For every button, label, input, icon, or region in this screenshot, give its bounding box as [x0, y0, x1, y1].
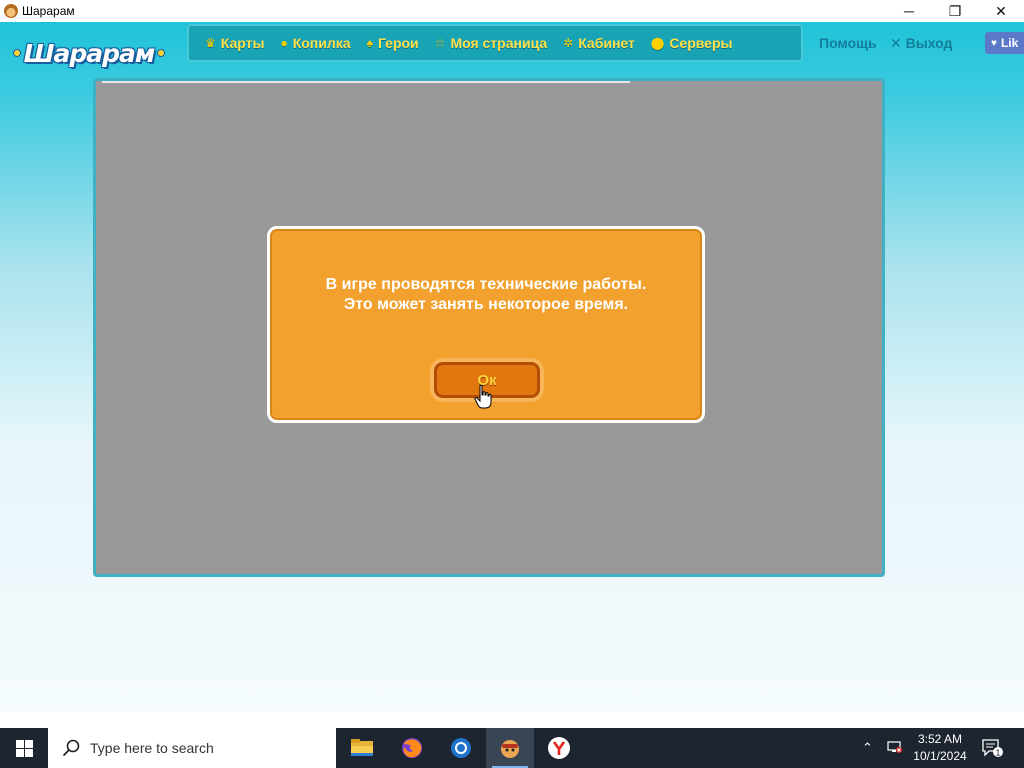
folder-icon — [351, 739, 373, 756]
system-clock[interactable]: 3:52 AM 10/1/2024 — [908, 731, 972, 765]
yandex-taskbar-button[interactable] — [535, 728, 583, 768]
nav-item-my-page[interactable]: ☆ Моя страница — [435, 35, 547, 51]
clock-date: 10/1/2024 — [913, 749, 967, 763]
window-title: Шарарам — [22, 4, 75, 18]
file-explorer-taskbar-button[interactable] — [338, 728, 386, 768]
close-button[interactable]: ✕ — [978, 0, 1024, 22]
loading-line — [102, 81, 630, 83]
dialog-message-line-2: Это может занять некоторое время. — [343, 296, 629, 313]
search-placeholder: Type here to search — [90, 740, 214, 756]
logo-dot-left — [12, 49, 21, 57]
nav-item-heroes[interactable]: ♠ Герои — [367, 35, 419, 51]
notification-count: 1 — [996, 749, 1001, 758]
hand-cursor-icon — [474, 384, 492, 409]
yandex-browser-icon — [548, 737, 570, 759]
firefox-icon — [402, 738, 422, 758]
nav-item-cabinet[interactable]: ✲ Кабинет — [563, 35, 635, 51]
gear-icon: ✲ — [563, 36, 574, 50]
nav-item-maps[interactable]: ♛ Карты — [205, 35, 264, 51]
app-icon — [4, 4, 18, 18]
main-navbar: ♛ Карты ● Копилка ♠ Герои ☆ Моя страница… — [187, 24, 803, 62]
logo-text: Шарарам — [23, 38, 156, 68]
chevron-up-icon[interactable]: ⌃ — [862, 740, 873, 756]
heart-icon: ♥ — [991, 37, 997, 49]
page-content: Шарарам ♛ Карты ● Копилка ♠ Герои ☆ Моя … — [0, 22, 1024, 712]
start-button[interactable] — [0, 728, 48, 768]
notification-icon[interactable]: 1 — [980, 737, 1004, 759]
chrome-taskbar-button[interactable] — [437, 728, 485, 768]
nav-item-servers[interactable]: ⬤ Серверы — [651, 35, 733, 51]
window-titlebar: Шарарам ─ ❐ ✕ — [0, 0, 1024, 22]
dialog-message: В игре проводятся технические работы. Эт… — [270, 275, 702, 315]
star-icon: ☆ — [434, 36, 446, 50]
nav-label: Копилка — [292, 35, 351, 51]
nav-label: Моя страница — [450, 35, 548, 51]
hero-icon: ♠ — [366, 36, 373, 50]
firefox-taskbar-button[interactable] — [388, 728, 436, 768]
logout-label: Выход — [905, 35, 953, 51]
nav-label: Карты — [220, 35, 265, 51]
maximize-button[interactable]: ❐ — [932, 0, 978, 22]
taskbar-search[interactable]: Type here to search — [48, 728, 336, 768]
logout-link[interactable]: ✕ Выход — [890, 35, 952, 52]
crown-icon: ♛ — [205, 36, 216, 50]
logo-dot-right — [157, 49, 166, 57]
clock-time: 3:52 AM — [917, 732, 963, 746]
nav-label: Серверы — [669, 35, 733, 51]
like-label: Lik — [1000, 36, 1019, 50]
location-pin-icon: ⬤ — [650, 36, 665, 50]
windows-logo-icon — [15, 739, 33, 757]
sharaaram-app-icon — [501, 740, 519, 758]
close-icon: ✕ — [890, 35, 902, 51]
browser-icon — [451, 738, 471, 758]
sharaaram-taskbar-button[interactable] — [486, 728, 534, 768]
like-button[interactable]: ♥ Lik — [985, 32, 1024, 54]
sharaaram-logo[interactable]: Шарарам — [4, 34, 174, 72]
minimize-button[interactable]: ─ — [886, 0, 932, 22]
nav-item-piggy-bank[interactable]: ● Копилка — [280, 35, 350, 51]
search-icon — [62, 739, 80, 757]
windows-taskbar: Type here to search ⌃ 3:52 AM 10/1/2024 … — [0, 728, 1024, 768]
dialog-message-line-1: В игре проводятся технические работы. — [325, 276, 647, 293]
piggy-bank-icon: ● — [280, 36, 288, 50]
nav-label: Герои — [377, 35, 419, 51]
help-link[interactable]: Помощь — [819, 35, 877, 51]
network-disconnected-icon[interactable] — [887, 740, 903, 754]
nav-label: Кабинет — [578, 35, 635, 51]
